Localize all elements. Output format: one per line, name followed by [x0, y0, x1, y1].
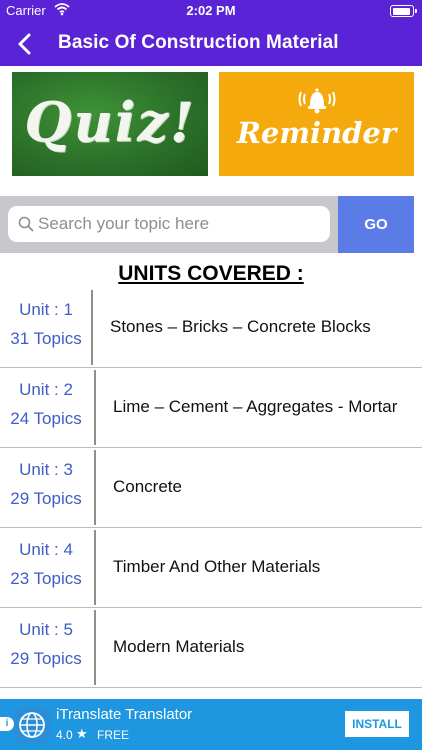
- unit-divider: [94, 450, 96, 525]
- unit-row-3[interactable]: Unit : 3 29 Topics Concrete: [0, 448, 422, 528]
- quiz-banner[interactable]: Quiz!: [12, 72, 208, 176]
- unit-number-cell: Unit : 3 29 Topics: [0, 448, 92, 527]
- unit-label: Unit : 3: [19, 460, 73, 479]
- unit-title: Concrete: [113, 477, 182, 496]
- unit-divider: [94, 370, 96, 445]
- clock: 2:02 PM: [186, 3, 236, 18]
- reminder-banner[interactable]: Reminder: [219, 72, 414, 176]
- page-title: Basic Of Construction Material: [58, 32, 339, 53]
- unit-number-cell: Unit : 5 29 Topics: [0, 608, 92, 687]
- ad-info-icon[interactable]: i: [0, 717, 14, 731]
- nav-bar: Basic Of Construction Material: [0, 22, 422, 66]
- ad-rating: 4.0: [56, 728, 73, 742]
- unit-topic-count: 29 Topics: [10, 489, 82, 508]
- unit-title: Modern Materials: [113, 637, 245, 656]
- chevron-left-icon[interactable]: [12, 30, 40, 58]
- unit-row-1[interactable]: Unit : 1 31 Topics Stones – Bricks – Con…: [0, 288, 422, 368]
- go-button[interactable]: GO: [338, 196, 414, 253]
- bell-icon: [298, 88, 336, 114]
- unit-number-cell: Unit : 2 24 Topics: [0, 368, 92, 447]
- search-bar: GO: [0, 196, 414, 253]
- unit-label: Unit : 1: [19, 300, 73, 319]
- star-icon: ★: [76, 726, 88, 741]
- unit-divider: [91, 290, 93, 365]
- ad-app-title: iTranslate Translator: [56, 706, 193, 723]
- unit-topic-count: 31 Topics: [10, 329, 82, 348]
- reminder-label: Reminder: [236, 116, 397, 150]
- install-button[interactable]: INSTALL: [345, 711, 409, 737]
- status-bar: Carrier 2:02 PM: [0, 0, 422, 22]
- search-icon: [18, 216, 34, 232]
- globe-icon: [14, 707, 50, 743]
- unit-label: Unit : 2: [19, 380, 73, 399]
- ad-price: FREE: [97, 728, 130, 742]
- search-box[interactable]: [8, 206, 330, 242]
- unit-divider: [94, 610, 96, 685]
- unit-topic-count: 23 Topics: [10, 569, 82, 588]
- unit-topic-count: 24 Topics: [10, 409, 82, 428]
- unit-label: Unit : 5: [19, 620, 73, 639]
- unit-title: Timber And Other Materials: [113, 557, 321, 576]
- unit-title: Lime – Cement – Aggregates - Mortar: [113, 397, 398, 416]
- ad-banner[interactable]: i iTranslate Translator 4.0 ★ FREE INSTA…: [0, 699, 422, 750]
- unit-number-cell: Unit : 1 31 Topics: [0, 288, 92, 367]
- unit-row-2[interactable]: Unit : 2 24 Topics Lime – Cement – Aggre…: [0, 368, 422, 448]
- unit-title: Stones – Bricks – Concrete Blocks: [110, 317, 371, 336]
- unit-topic-count: 29 Topics: [10, 649, 82, 668]
- units-heading: UNITS COVERED :: [118, 262, 304, 285]
- unit-row-4[interactable]: Unit : 4 23 Topics Timber And Other Mate…: [0, 528, 422, 608]
- unit-divider: [94, 530, 96, 605]
- unit-list: Unit : 1 31 Topics Stones – Bricks – Con…: [0, 288, 422, 688]
- search-input[interactable]: [38, 206, 324, 242]
- battery-icon: [390, 5, 417, 17]
- unit-label: Unit : 4: [19, 540, 73, 559]
- unit-number-cell: Unit : 4 23 Topics: [0, 528, 92, 607]
- quiz-label: Quiz!: [24, 90, 196, 154]
- unit-row-5[interactable]: Unit : 5 29 Topics Modern Materials: [0, 608, 422, 688]
